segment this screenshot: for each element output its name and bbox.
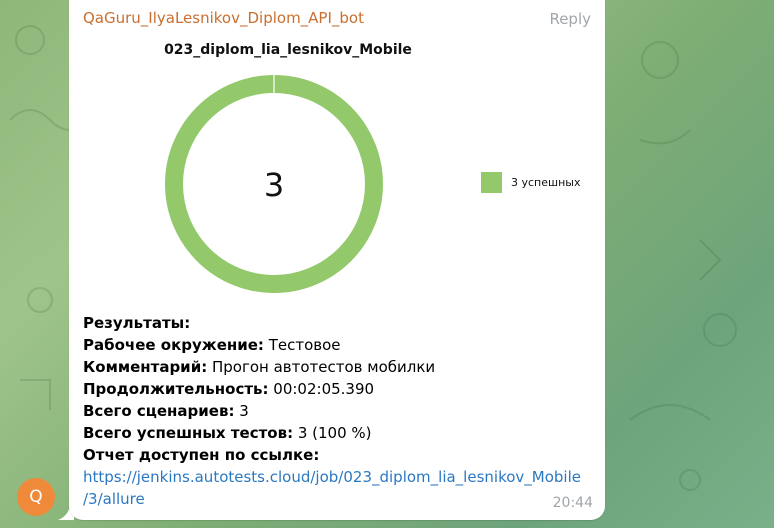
results-text: Результаты: Рабочее окружение: Тестовое … [83,312,595,510]
passed-row: Всего успешных тестов: 3 (100 %) [83,422,595,444]
legend-label: 3 успешных [511,176,581,189]
message-bubble: QaGuru_IlyaLesnikov_Diplom_API_bot Reply… [69,0,605,520]
chart-image[interactable]: 023_diplom_lia_lesnikov_Mobile 3 3 успеш… [83,36,593,298]
report-link[interactable]: https://jenkins.autotests.cloud/job/023_… [83,468,581,508]
env-row: Рабочее окружение: Тестовое [83,334,595,356]
donut-chart: 3 [165,75,383,293]
bot-avatar[interactable]: Q [17,478,55,516]
duration-value: 00:02:05.390 [268,380,375,398]
message-time: 20:44 [552,495,593,511]
comment-row: Комментарий: Прогон автотестов мобилки [83,356,595,378]
sender-name[interactable]: QaGuru_IlyaLesnikov_Diplom_API_bot [83,9,364,27]
env-value: Тестовое [263,336,341,354]
duration-row: Продолжительность: 00:02:05.390 [83,378,595,400]
donut-center-label: 3 [264,166,284,204]
env-label: Рабочее окружение: [83,336,264,354]
report-link-line2: /3/allure [83,490,145,508]
comment-label: Комментарий: [83,358,208,376]
report-link-line1: https://jenkins.autotests.cloud/job/023_… [83,468,581,486]
avatar-letter: Q [29,487,43,507]
results-heading: Результаты: [83,314,191,332]
report-link-wrap: https://jenkins.autotests.cloud/job/023_… [83,466,595,510]
duration-label: Продолжительность: [83,380,269,398]
comment-value: Прогон автотестов мобилки [207,358,436,376]
passed-value: 3 (100 %) [293,424,372,442]
scenarios-value: 3 [234,402,249,420]
legend-swatch [481,172,502,193]
chart-legend: 3 успешных [481,172,580,193]
passed-label: Всего успешных тестов: [83,424,294,442]
scenarios-row: Всего сценариев: 3 [83,400,595,422]
reply-button[interactable]: Reply [549,10,591,28]
report-label: Отчет доступен по ссылке: [83,446,320,464]
scenarios-label: Всего сценариев: [83,402,235,420]
